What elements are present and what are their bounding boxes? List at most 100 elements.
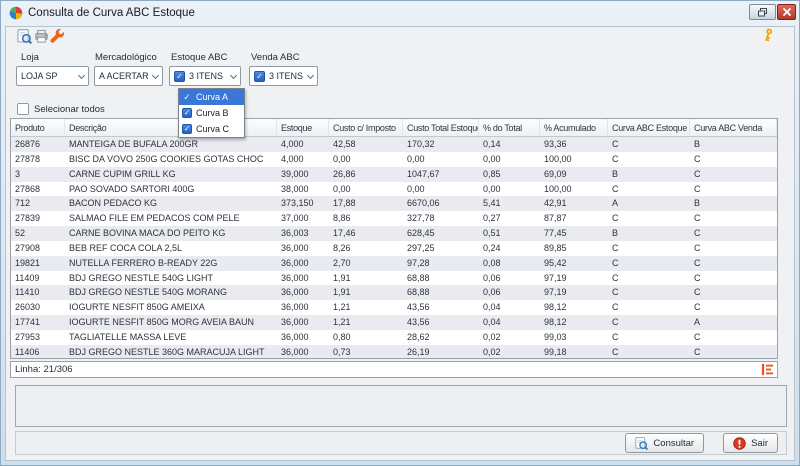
table-row[interactable]: 27839SALMAO FILE EM PEDACOS COM PELE37,0…: [11, 211, 777, 226]
table-cell: 27878: [11, 152, 65, 167]
table-cell: 0,51: [479, 226, 540, 241]
table-cell: 87,87: [540, 211, 608, 226]
mercadologico-select[interactable]: A ACERTAR: [94, 66, 163, 86]
table-cell: 19821: [11, 256, 65, 271]
venda-abc-select[interactable]: ✓ 3 ITENS: [249, 66, 318, 86]
consultar-button[interactable]: Consultar: [625, 433, 704, 453]
table-cell: 97,19: [540, 271, 608, 286]
column-header-6[interactable]: % Acumulado: [540, 119, 608, 136]
table-row[interactable]: 27878BISC DA VOVO 250G COOKIES GOTAS CHO…: [11, 152, 777, 167]
table-cell: C: [690, 300, 777, 315]
table-cell: 1,91: [329, 271, 403, 286]
table-cell: 36,003: [277, 226, 329, 241]
column-header-3[interactable]: Custo c/ Imposto: [329, 119, 403, 136]
table-cell: 1,91: [329, 285, 403, 300]
table-row[interactable]: 27953TAGLIATELLE MASSA LEVE36,0000,8028,…: [11, 330, 777, 345]
table-cell: 36,000: [277, 345, 329, 359]
table-cell: C: [690, 285, 777, 300]
table-cell: 0,00: [329, 182, 403, 197]
table-row[interactable]: 26876MANTEIGA DE BUFALA 200GR4,00042,581…: [11, 137, 777, 152]
estoque-abc-select[interactable]: ✓ 3 ITENS: [169, 66, 241, 86]
table-cell: 5,41: [479, 196, 540, 211]
table-cell: BDJ GREGO NESTLE 540G LIGHT: [65, 271, 277, 286]
table-cell: 0,00: [479, 152, 540, 167]
wrench-icon[interactable]: [50, 29, 65, 44]
table-cell: 0,06: [479, 285, 540, 300]
column-header-2[interactable]: Estoque: [277, 119, 329, 136]
table-cell: 43,56: [403, 300, 479, 315]
mercadologico-label: Mercadológico: [95, 52, 157, 63]
table-row[interactable]: 27868PAO SOVADO SARTORI 400G38,0000,000,…: [11, 182, 777, 197]
table-cell: BDJ GREGO NESTLE 540G MORANG: [65, 285, 277, 300]
table-cell: 17,88: [329, 196, 403, 211]
table-cell: 100,00: [540, 152, 608, 167]
table-cell: 98,12: [540, 315, 608, 330]
table-row[interactable]: 11406BDJ GREGO NESTLE 360G MARACUJA LIGH…: [11, 345, 777, 359]
table-cell: A: [690, 315, 777, 330]
mercadologico-value: A ACERTAR: [99, 71, 149, 81]
search-icon: [635, 437, 648, 450]
loja-label: Loja: [21, 52, 39, 63]
table-row[interactable]: 3CARNE CUPIM GRILL KG39,00026,861047,670…: [11, 167, 777, 182]
table-row[interactable]: 52CARNE BOVINA MACA DO PEITO KG36,00317,…: [11, 226, 777, 241]
restore-button[interactable]: [749, 4, 776, 20]
checkbox-checked-icon: ✓: [174, 71, 185, 82]
table-cell: 1,21: [329, 300, 403, 315]
products-table: ProdutoDescriçãoEstoqueCusto c/ ImpostoC…: [10, 118, 778, 359]
table-body: 26876MANTEIGA DE BUFALA 200GR4,00042,581…: [11, 137, 777, 359]
loja-select[interactable]: LOJA SP: [16, 66, 89, 86]
table-cell: 27839: [11, 211, 65, 226]
table-row[interactable]: 17741IOGURTE NESFIT 850G MORG AVEIA BAUN…: [11, 315, 777, 330]
table-cell: C: [608, 256, 690, 271]
table-cell: 100,00: [540, 182, 608, 197]
table-row[interactable]: 26030IOGURTE NESFIT 850G AMEIXA36,0001,2…: [11, 300, 777, 315]
checkbox-checked-icon: ✓: [182, 92, 192, 103]
table-cell: CARNE CUPIM GRILL KG: [65, 167, 277, 182]
table-row[interactable]: 11410BDJ GREGO NESTLE 540G MORANG36,0001…: [11, 285, 777, 300]
table-cell: SALMAO FILE EM PEDACOS COM PELE: [65, 211, 277, 226]
table-cell: C: [608, 300, 690, 315]
table-cell: NUTELLA FERRERO B-READY 22G: [65, 256, 277, 271]
table-cell: PAO SOVADO SARTORI 400G: [65, 182, 277, 197]
line-counter: Linha: 21/306: [15, 364, 73, 375]
table-cell: C: [690, 211, 777, 226]
table-cell: 17741: [11, 315, 65, 330]
table-cell: 99,18: [540, 345, 608, 359]
checkbox-checked-icon: ✓: [182, 124, 192, 134]
table-cell: 95,42: [540, 256, 608, 271]
table-cell: B: [608, 167, 690, 182]
table-cell: 0,80: [329, 330, 403, 345]
list-filter-icon[interactable]: [761, 363, 774, 376]
dropdown-item-curva-b[interactable]: ✓Curva B: [179, 105, 244, 121]
column-header-7[interactable]: Curva ABC Estoque: [608, 119, 690, 136]
column-header-4[interactable]: Custo Total Estoque: [403, 119, 479, 136]
table-cell: 8,26: [329, 241, 403, 256]
estoque-abc-dropdown-list: ✓Curva A✓Curva B✓Curva C: [178, 88, 245, 138]
table-cell: 98,12: [540, 300, 608, 315]
consult-search-icon[interactable]: [17, 29, 32, 44]
titlebar[interactable]: Consulta de Curva ABC Estoque: [1, 1, 799, 26]
table-row[interactable]: 27908BEB REF COCA COLA 2,5L36,0008,26297…: [11, 241, 777, 256]
dropdown-item-curva-a[interactable]: ✓Curva A: [179, 89, 244, 105]
table-cell: 11409: [11, 271, 65, 286]
button-strip: Consultar Sair: [15, 431, 787, 455]
table-cell: 11406: [11, 345, 65, 359]
column-header-8[interactable]: Curva ABC Venda: [690, 119, 777, 136]
table-cell: C: [690, 271, 777, 286]
table-row[interactable]: 11409BDJ GREGO NESTLE 540G LIGHT36,0001,…: [11, 271, 777, 286]
column-header-5[interactable]: % do Total: [479, 119, 540, 136]
loja-value: LOJA SP: [21, 71, 58, 81]
table-cell: C: [690, 167, 777, 182]
sair-button[interactable]: Sair: [723, 433, 778, 453]
status-bar: Linha: 21/306: [10, 361, 778, 378]
table-cell: C: [608, 315, 690, 330]
print-icon[interactable]: [34, 29, 49, 44]
select-all-checkbox[interactable]: [17, 103, 29, 115]
venda-abc-value: 3 ITENS: [269, 71, 303, 81]
table-row[interactable]: 712BACON PEDACO KG373,15017,886670,065,4…: [11, 196, 777, 211]
close-button[interactable]: [777, 4, 796, 20]
column-header-1[interactable]: Descrição: [65, 119, 277, 136]
column-header-0[interactable]: Produto: [11, 119, 65, 136]
dropdown-item-curva-c[interactable]: ✓Curva C: [179, 121, 244, 137]
table-row[interactable]: 19821NUTELLA FERRERO B-READY 22G36,0002,…: [11, 256, 777, 271]
